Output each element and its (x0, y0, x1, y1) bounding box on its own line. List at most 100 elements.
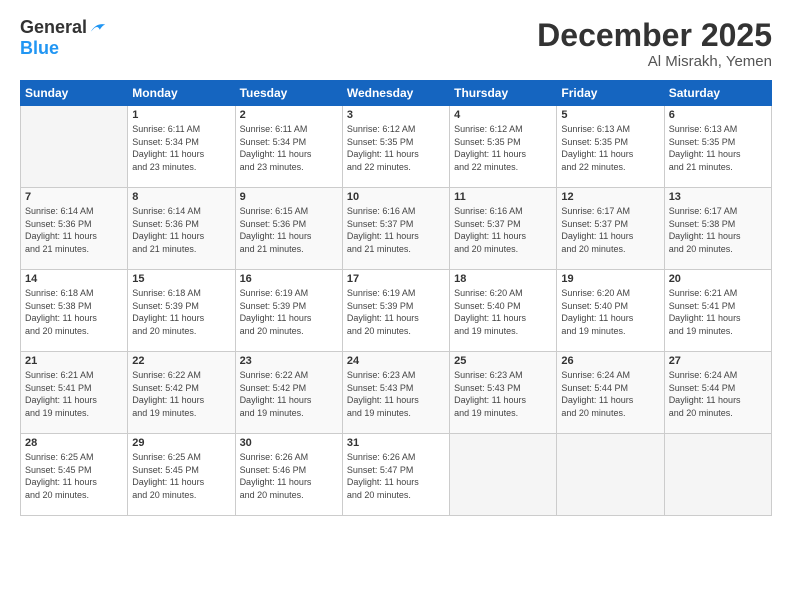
day-number: 24 (347, 355, 445, 367)
day-info: Sunrise: 6:16 AMSunset: 5:37 PMDaylight:… (454, 205, 552, 255)
day-number: 10 (347, 191, 445, 203)
day-number: 5 (561, 109, 659, 121)
table-row: 20 Sunrise: 6:21 AMSunset: 5:41 PMDayligh… (664, 270, 771, 352)
col-monday: Monday (128, 81, 235, 106)
table-row: 30Sunrise: 6:26 AMSunset: 5:46 PMDayligh… (235, 434, 342, 516)
table-row (557, 434, 664, 516)
col-tuesday: Tuesday (235, 81, 342, 106)
day-number: 2 (240, 109, 338, 121)
day-number: 23 (240, 355, 338, 367)
day-number: 6 (669, 109, 767, 121)
day-info: Sunrise: 6:21 AMSunset: 5:41 PMDaylight:… (669, 287, 767, 337)
table-row (450, 434, 557, 516)
table-row: 2Sunrise: 6:11 AMSunset: 5:34 PMDaylight… (235, 106, 342, 188)
table-row: 25Sunrise: 6:23 AMSunset: 5:43 PMDayligh… (450, 352, 557, 434)
col-thursday: Thursday (450, 81, 557, 106)
table-row: 10Sunrise: 6:16 AMSunset: 5:37 PMDayligh… (342, 188, 449, 270)
day-info: Sunrise: 6:18 AMSunset: 5:39 PMDaylight:… (132, 287, 230, 337)
day-info: Sunrise: 6:26 AMSunset: 5:46 PMDaylight:… (240, 451, 338, 501)
day-info: Sunrise: 6:14 AMSunset: 5:36 PMDaylight:… (25, 205, 123, 255)
day-info: Sunrise: 6:13 AMSunset: 5:35 PMDaylight:… (669, 123, 767, 173)
location: Al Misrakh, Yemen (537, 53, 772, 70)
day-info: Sunrise: 6:23 AMSunset: 5:43 PMDaylight:… (454, 369, 552, 419)
day-info: Sunrise: 6:17 AMSunset: 5:37 PMDaylight:… (561, 205, 659, 255)
table-row: 27 Sunrise: 6:24 AMSunset: 5:44 PMDayligh… (664, 352, 771, 434)
day-number: 16 (240, 273, 338, 285)
table-row (664, 434, 771, 516)
day-number: 14 (25, 273, 123, 285)
col-friday: Friday (557, 81, 664, 106)
day-info: Sunrise: 6:26 AMSunset: 5:47 PMDaylight:… (347, 451, 445, 501)
day-info: Sunrise: 6:19 AMSunset: 5:39 PMDaylight:… (347, 287, 445, 337)
day-info: Sunrise: 6:24 AMSunset: 5:44 PMDaylight:… (669, 369, 767, 419)
logo-bird-icon (89, 19, 107, 37)
logo-text-blue: Blue (20, 38, 59, 59)
day-number: 12 (561, 191, 659, 203)
table-row: 15Sunrise: 6:18 AMSunset: 5:39 PMDayligh… (128, 270, 235, 352)
table-row: 7Sunrise: 6:14 AMSunset: 5:36 PMDaylight… (21, 188, 128, 270)
logo: General Blue (20, 18, 107, 59)
day-number: 27 (669, 355, 767, 367)
day-info: Sunrise: 6:11 AMSunset: 5:34 PMDaylight:… (132, 123, 230, 173)
day-info: Sunrise: 6:13 AMSunset: 5:35 PMDaylight:… (561, 123, 659, 173)
day-info: Sunrise: 6:24 AMSunset: 5:44 PMDaylight:… (561, 369, 659, 419)
calendar: Sunday Monday Tuesday Wednesday Thursday… (20, 80, 772, 516)
day-number: 17 (347, 273, 445, 285)
day-info: Sunrise: 6:20 AMSunset: 5:40 PMDaylight:… (561, 287, 659, 337)
table-row: 3 Sunrise: 6:12 AMSunset: 5:35 PMDaylight… (342, 106, 449, 188)
calendar-week-row: 1 Sunrise: 6:11 AMSunset: 5:34 PMDaylight… (21, 106, 772, 188)
day-number: 4 (454, 109, 552, 121)
table-row: 29 Sunrise: 6:25 AMSunset: 5:45 PMDayligh… (128, 434, 235, 516)
day-number: 9 (240, 191, 338, 203)
col-sunday: Sunday (21, 81, 128, 106)
calendar-header-row: Sunday Monday Tuesday Wednesday Thursday… (21, 81, 772, 106)
day-number: 28 (25, 437, 123, 449)
day-info: Sunrise: 6:19 AMSunset: 5:39 PMDaylight:… (240, 287, 338, 337)
table-row (21, 106, 128, 188)
table-row: 23 Sunrise: 6:22 AMSunset: 5:42 PMDayligh… (235, 352, 342, 434)
table-row: 9 Sunrise: 6:15 AMSunset: 5:36 PMDaylight… (235, 188, 342, 270)
calendar-week-row: 21Sunrise: 6:21 AMSunset: 5:41 PMDayligh… (21, 352, 772, 434)
day-number: 1 (132, 109, 230, 121)
table-row: 28 Sunrise: 6:25 AMSunset: 5:45 PMDayligh… (21, 434, 128, 516)
table-row: 11Sunrise: 6:16 AMSunset: 5:37 PMDayligh… (450, 188, 557, 270)
table-row: 14Sunrise: 6:18 AMSunset: 5:38 PMDayligh… (21, 270, 128, 352)
day-number: 18 (454, 273, 552, 285)
day-number: 29 (132, 437, 230, 449)
calendar-week-row: 14Sunrise: 6:18 AMSunset: 5:38 PMDayligh… (21, 270, 772, 352)
day-info: Sunrise: 6:22 AMSunset: 5:42 PMDaylight:… (132, 369, 230, 419)
header: General Blue December 2025 Al Misrakh, Y… (20, 18, 772, 70)
table-row: 17 Sunrise: 6:19 AMSunset: 5:39 PMDayligh… (342, 270, 449, 352)
day-number: 8 (132, 191, 230, 203)
page: General Blue December 2025 Al Misrakh, Y… (0, 0, 792, 612)
table-row: 5 Sunrise: 6:13 AMSunset: 5:35 PMDaylight… (557, 106, 664, 188)
day-info: Sunrise: 6:12 AMSunset: 5:35 PMDaylight:… (347, 123, 445, 173)
table-row: 16 Sunrise: 6:19 AMSunset: 5:39 PMDayligh… (235, 270, 342, 352)
table-row: 24 Sunrise: 6:23 AMSunset: 5:43 PMDayligh… (342, 352, 449, 434)
table-row: 12 Sunrise: 6:17 AMSunset: 5:37 PMDayligh… (557, 188, 664, 270)
day-info: Sunrise: 6:15 AMSunset: 5:36 PMDaylight:… (240, 205, 338, 255)
table-row: 6 Sunrise: 6:13 AMSunset: 5:35 PMDaylight… (664, 106, 771, 188)
col-wednesday: Wednesday (342, 81, 449, 106)
day-info: Sunrise: 6:17 AMSunset: 5:38 PMDaylight:… (669, 205, 767, 255)
table-row: 4 Sunrise: 6:12 AMSunset: 5:35 PMDaylight… (450, 106, 557, 188)
day-number: 20 (669, 273, 767, 285)
day-number: 3 (347, 109, 445, 121)
col-saturday: Saturday (664, 81, 771, 106)
title-block: December 2025 Al Misrakh, Yemen (537, 18, 772, 70)
day-info: Sunrise: 6:25 AMSunset: 5:45 PMDaylight:… (25, 451, 123, 501)
table-row: 31 Sunrise: 6:26 AMSunset: 5:47 PMDayligh… (342, 434, 449, 516)
day-info: Sunrise: 6:23 AMSunset: 5:43 PMDaylight:… (347, 369, 445, 419)
day-info: Sunrise: 6:25 AMSunset: 5:45 PMDaylight:… (132, 451, 230, 501)
table-row: 1 Sunrise: 6:11 AMSunset: 5:34 PMDaylight… (128, 106, 235, 188)
table-row: 8Sunrise: 6:14 AMSunset: 5:36 PMDaylight… (128, 188, 235, 270)
logo-text-general: General (20, 18, 87, 38)
day-info: Sunrise: 6:12 AMSunset: 5:35 PMDaylight:… (454, 123, 552, 173)
table-row: 18 Sunrise: 6:20 AMSunset: 5:40 PMDayligh… (450, 270, 557, 352)
day-number: 31 (347, 437, 445, 449)
day-info: Sunrise: 6:22 AMSunset: 5:42 PMDaylight:… (240, 369, 338, 419)
day-info: Sunrise: 6:20 AMSunset: 5:40 PMDaylight:… (454, 287, 552, 337)
table-row: 13Sunrise: 6:17 AMSunset: 5:38 PMDayligh… (664, 188, 771, 270)
table-row: 21Sunrise: 6:21 AMSunset: 5:41 PMDayligh… (21, 352, 128, 434)
month-title: December 2025 (537, 18, 772, 53)
